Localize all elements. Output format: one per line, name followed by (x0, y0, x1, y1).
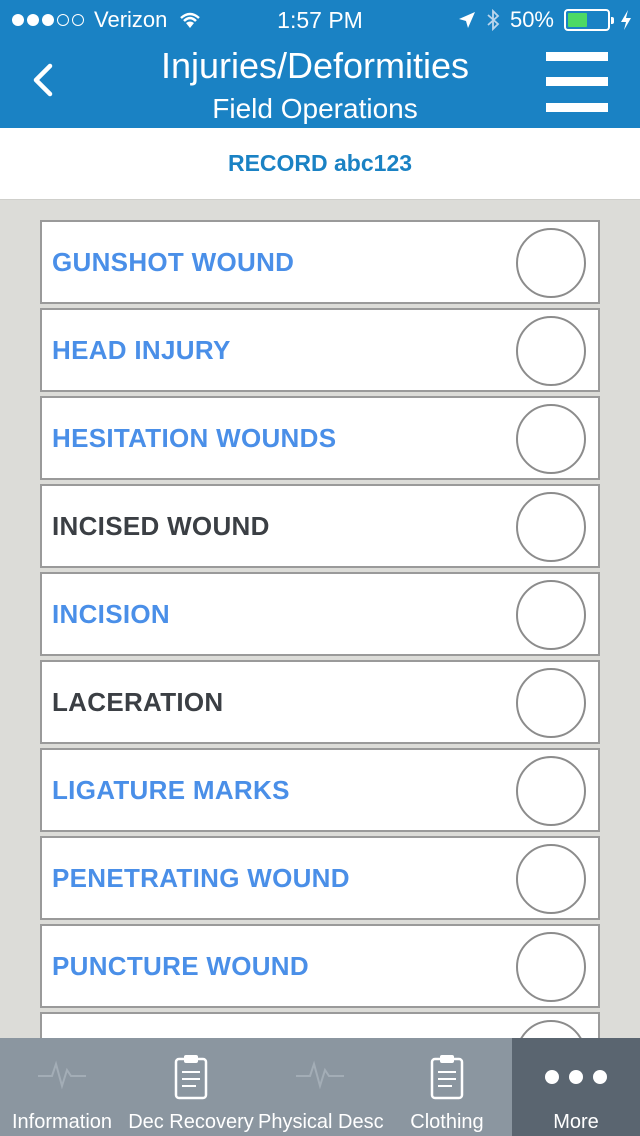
tab-information[interactable]: Information (0, 1038, 124, 1136)
radio-button[interactable] (516, 844, 586, 914)
tab-dec-recovery[interactable]: Dec Recovery (124, 1038, 258, 1136)
list-item-puncture-wound[interactable]: PUNCTURE WOUND (40, 924, 600, 1008)
page-subtitle: Field Operations (212, 93, 418, 124)
status-bar: Verizon 1:57 PM 50% (0, 0, 640, 40)
list-item-label: INCISION (52, 599, 170, 629)
radio-button[interactable] (516, 1020, 586, 1038)
tab-physical-desc[interactable]: Physical Desc (258, 1038, 384, 1136)
record-label: RECORD abc123 (227, 150, 413, 176)
tab-label: Information (11, 1111, 113, 1133)
list-item-label: GUNSHOT WOUND (52, 247, 295, 277)
tab-label: Clothing (410, 1111, 484, 1133)
page-title: Injuries/Deformities (160, 45, 470, 86)
clipboard-icon (174, 1055, 208, 1100)
pulse-icon (38, 1060, 86, 1090)
list-item-gunshot-wound[interactable]: GUNSHOT WOUND (40, 220, 600, 304)
list-item-label: LIGATURE MARKS (52, 775, 290, 805)
tab-more[interactable]: More (512, 1038, 640, 1136)
tab-label: Physical Desc (258, 1111, 384, 1133)
list-item-label: HESITATION WOUNDS (52, 423, 337, 453)
list-item-laceration[interactable]: LACERATION (40, 660, 600, 744)
radio-button[interactable] (516, 228, 586, 298)
bluetooth-icon (487, 9, 500, 31)
list-item-partial[interactable] (40, 1012, 600, 1038)
radio-button[interactable] (516, 580, 586, 650)
list-item-label: PUNCTURE WOUND (52, 951, 309, 981)
location-arrow-icon (458, 12, 475, 28)
radio-button[interactable] (516, 756, 586, 826)
battery-percent: 50% (509, 7, 554, 32)
tab-bar: Information Dec Recovery Physical Desc C… (0, 1038, 640, 1136)
list-item-incision[interactable]: INCISION (40, 572, 600, 656)
radio-button[interactable] (516, 668, 586, 738)
list-item-label: PENETRATING WOUND (52, 863, 350, 893)
radio-button[interactable] (516, 316, 586, 386)
list-item-ligature-marks[interactable]: LIGATURE MARKS (40, 748, 600, 832)
tab-clothing[interactable]: Clothing (382, 1038, 512, 1136)
tab-label: More (553, 1111, 599, 1133)
back-chevron-icon[interactable] (22, 58, 66, 102)
list-item-penetrating-wound[interactable]: PENETRATING WOUND (40, 836, 600, 920)
radio-button[interactable] (516, 932, 586, 1002)
record-header: RECORD abc123 (0, 128, 640, 200)
list-item-label: HEAD INJURY (52, 335, 231, 365)
hamburger-menu-icon[interactable] (546, 52, 608, 114)
more-icon (545, 1070, 607, 1084)
radio-button[interactable] (516, 404, 586, 474)
list-item-hesitation-wounds[interactable]: HESITATION WOUNDS (40, 396, 600, 480)
tab-label: Dec Recovery (128, 1111, 254, 1133)
pulse-icon (296, 1060, 344, 1090)
battery-icon (564, 9, 614, 31)
charging-bolt-icon (621, 10, 631, 30)
injury-list: GUNSHOT WOUND HEAD INJURY HESITATION WOU… (40, 220, 600, 1038)
radio-button[interactable] (516, 492, 586, 562)
list-item-label: LACERATION (52, 687, 224, 717)
list-item-incised-wound[interactable]: INCISED WOUND (40, 484, 600, 568)
list-item-label: INCISED WOUND (52, 511, 270, 541)
clipboard-icon (430, 1055, 464, 1100)
navigation-bar: Verizon 1:57 PM 50% Injuries/Deformities (0, 0, 640, 128)
list-item-head-injury[interactable]: HEAD INJURY (40, 308, 600, 392)
